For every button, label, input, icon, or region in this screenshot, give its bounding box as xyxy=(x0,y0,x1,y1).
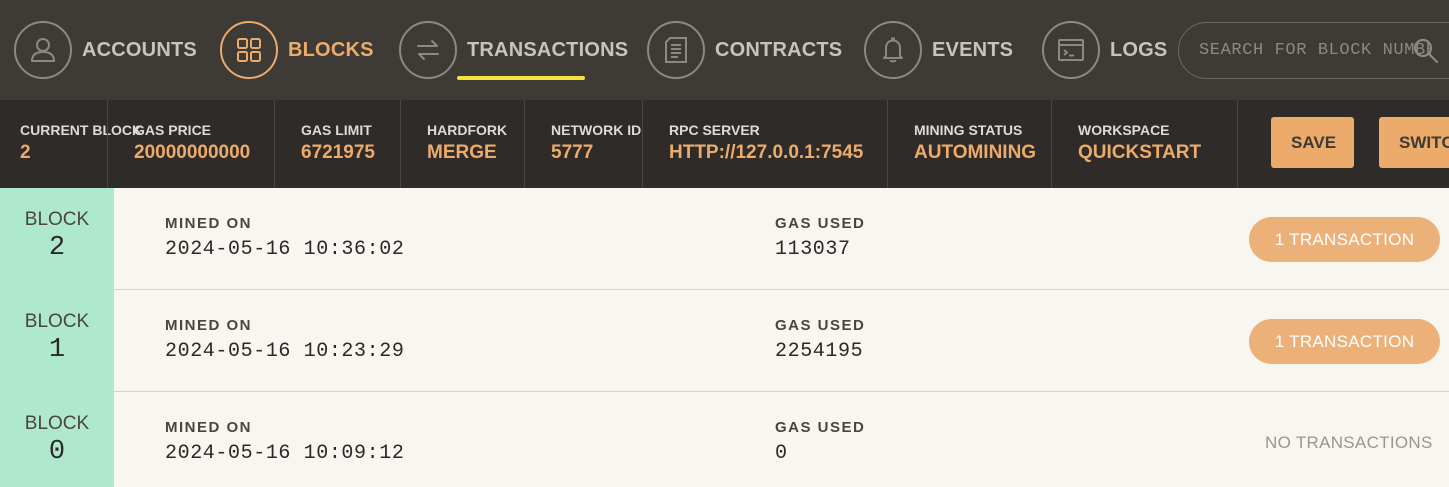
no-transactions-label: NO TRANSACTIONS xyxy=(1265,433,1433,452)
block-label: BLOCK xyxy=(24,209,90,230)
save-button[interactable]: SAVE xyxy=(1271,117,1354,168)
stat-label: WORKSPACE xyxy=(1078,122,1170,138)
block-row[interactable]: BLOCK 2 MINED ON 2024-05-16 10:36:02 GAS… xyxy=(0,188,1449,290)
gas-used-value: 2254195 xyxy=(775,340,864,363)
block-label: BLOCK xyxy=(24,413,90,434)
stat-label: GAS PRICE xyxy=(134,122,212,138)
gas-used-field: GAS USED 2254195 xyxy=(775,317,865,363)
nav-logs[interactable]: LOGS xyxy=(1042,21,1167,79)
stat-value: AUTOMINING xyxy=(914,142,1037,163)
gas-used-value: 113037 xyxy=(775,238,851,261)
transaction-count-badge[interactable]: 1 TRANSACTION xyxy=(1249,217,1440,262)
stat-label: HARDFORK xyxy=(427,122,508,138)
block-number: 2 xyxy=(48,233,66,263)
stat-label: RPC SERVER xyxy=(669,122,760,138)
nav-events[interactable]: EVENTS xyxy=(864,21,1013,79)
nav-accounts[interactable]: ACCOUNTS xyxy=(14,21,197,79)
stat-value: 20000000000 xyxy=(134,142,251,163)
transaction-count-badge[interactable]: 1 TRANSACTION xyxy=(1249,319,1440,364)
switch-button[interactable]: SWITCH xyxy=(1379,117,1449,168)
nav-logs-label: LOGS xyxy=(1110,38,1168,61)
nav-blocks-label: BLOCKS xyxy=(288,38,374,61)
user-icon xyxy=(14,21,72,79)
mined-on-label: MINED ON xyxy=(165,215,252,232)
stat-mining-status: MINING STATUS AUTOMINING xyxy=(887,100,1036,188)
block-number: 0 xyxy=(48,437,66,467)
stat-label: GAS LIMIT xyxy=(301,122,372,138)
mined-on-label: MINED ON xyxy=(165,419,252,436)
stat-label: NETWORK ID xyxy=(551,122,642,138)
stat-hardfork: HARDFORK MERGE xyxy=(400,100,507,188)
block-badge: BLOCK 1 xyxy=(0,290,114,391)
status-bar: CURRENT BLOCK 2 GAS PRICE 20000000000 GA… xyxy=(0,100,1449,188)
block-row[interactable]: BLOCK 1 MINED ON 2024-05-16 10:23:29 GAS… xyxy=(0,290,1449,392)
search-box[interactable] xyxy=(1178,22,1449,79)
stat-workspace: WORKSPACE QUICKSTART xyxy=(1051,100,1201,188)
mined-on-value: 2024-05-16 10:09:12 xyxy=(165,442,405,465)
document-icon xyxy=(647,21,705,79)
nav-blocks[interactable]: BLOCKS xyxy=(220,21,374,79)
mined-on-field: MINED ON 2024-05-16 10:09:12 xyxy=(165,419,404,465)
terminal-icon xyxy=(1042,21,1100,79)
stat-gas-limit: GAS LIMIT 6721975 xyxy=(274,100,375,188)
mined-on-value: 2024-05-16 10:23:29 xyxy=(165,340,405,363)
nav-contracts-label: CONTRACTS xyxy=(715,38,843,61)
stat-label: MINING STATUS xyxy=(914,122,1023,138)
search-icon[interactable] xyxy=(1412,37,1440,70)
mined-on-field: MINED ON 2024-05-16 10:23:29 xyxy=(165,317,404,363)
gas-used-label: GAS USED xyxy=(775,419,866,436)
search-input[interactable] xyxy=(1199,41,1431,60)
gas-used-value: 0 xyxy=(775,442,788,465)
bell-icon xyxy=(864,21,922,79)
gas-used-label: GAS USED xyxy=(775,317,866,334)
nav-active-underline xyxy=(457,76,585,80)
nav-transactions-label: TRANSACTIONS xyxy=(467,38,629,61)
stat-value: 6721975 xyxy=(301,142,375,163)
block-label: BLOCK xyxy=(24,311,90,332)
block-number: 1 xyxy=(48,335,66,365)
nav-contracts[interactable]: CONTRACTS xyxy=(647,21,842,79)
status-divider xyxy=(1237,100,1238,188)
nav-transactions[interactable]: TRANSACTIONS xyxy=(399,21,628,79)
nav-accounts-label: ACCOUNTS xyxy=(82,38,197,61)
swap-arrows-icon xyxy=(399,21,457,79)
gas-used-field: GAS USED 0 xyxy=(775,419,865,465)
mined-on-value: 2024-05-16 10:36:02 xyxy=(165,238,405,261)
stat-value: MERGE xyxy=(427,142,497,163)
gas-used-field: GAS USED 113037 xyxy=(775,215,865,261)
block-badge: BLOCK 2 xyxy=(0,188,114,289)
top-navigation: ACCOUNTS BLOCKS TRANSACTIONS CONTRACTS E… xyxy=(0,0,1449,100)
mined-on-field: MINED ON 2024-05-16 10:36:02 xyxy=(165,215,404,261)
stat-value: QUICKSTART xyxy=(1078,142,1202,163)
grid-icon xyxy=(220,21,278,79)
stat-value: HTTP://127.0.0.1:7545 xyxy=(669,142,864,163)
block-badge: BLOCK 0 xyxy=(0,392,114,487)
stat-value: 5777 xyxy=(551,142,594,163)
stat-gas-price: GAS PRICE 20000000000 xyxy=(107,100,250,188)
nav-events-label: EVENTS xyxy=(932,38,1014,61)
blocks-list: BLOCK 2 MINED ON 2024-05-16 10:36:02 GAS… xyxy=(0,188,1449,487)
stat-rpc-server: RPC SERVER HTTP://127.0.0.1:7545 xyxy=(642,100,863,188)
block-row[interactable]: BLOCK 0 MINED ON 2024-05-16 10:09:12 GAS… xyxy=(0,392,1449,487)
stat-network-id: NETWORK ID 5777 xyxy=(524,100,641,188)
mined-on-label: MINED ON xyxy=(165,317,252,334)
gas-used-label: GAS USED xyxy=(775,215,866,232)
